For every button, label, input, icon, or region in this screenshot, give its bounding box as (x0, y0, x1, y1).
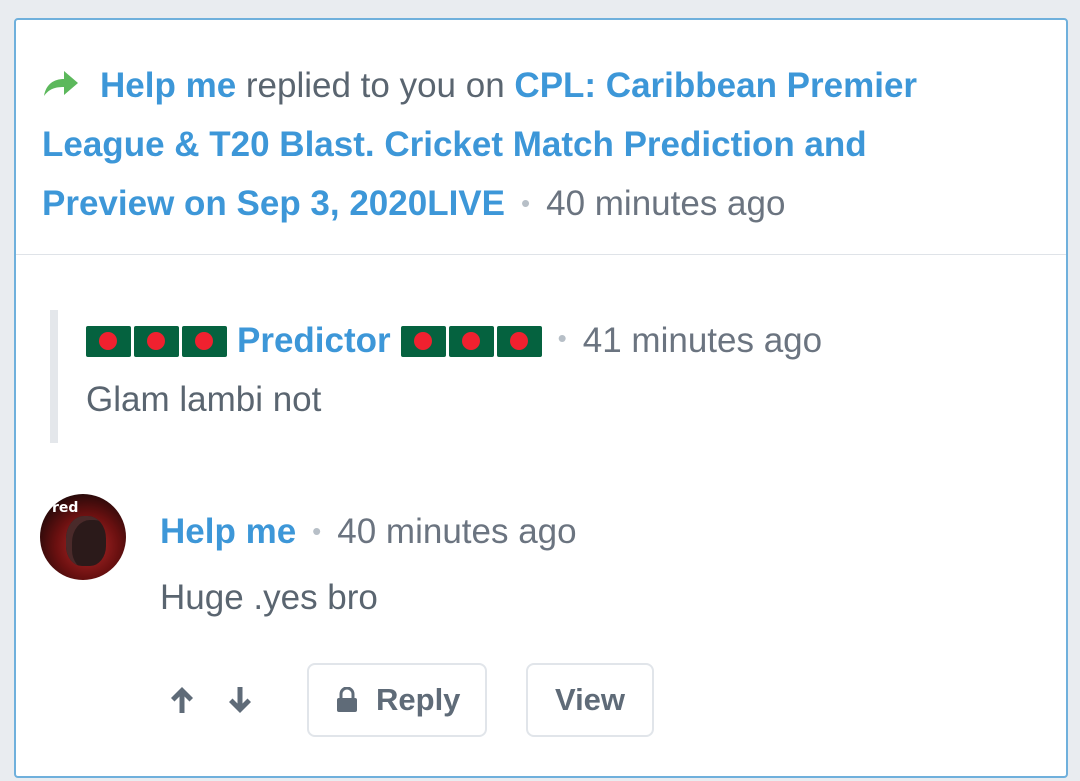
action-text: replied to you on (245, 66, 505, 105)
separator-dot: • (521, 188, 531, 218)
flag-icon (182, 325, 227, 357)
quoted-comment-text: Glam lambi not (86, 380, 322, 419)
quoted-comment: Predictor • 41 minutes ago Glam lambi no… (50, 310, 1010, 443)
separator-dot: • (312, 516, 322, 546)
flag-icon (86, 325, 131, 357)
quoted-comment-time[interactable]: 41 minutes ago (583, 321, 822, 361)
view-button-label: View (554, 682, 626, 717)
reply-comment-header: Help me • 40 minutes ago (160, 512, 577, 552)
flag-icon (448, 325, 494, 357)
bangladesh-flag-icon (400, 325, 542, 357)
user-avatar[interactable]: red (40, 494, 126, 580)
reply-comment-time[interactable]: 40 minutes ago (337, 512, 576, 551)
notification-time[interactable]: 40 minutes ago (546, 184, 785, 223)
avatar-face (66, 516, 106, 566)
reply-button[interactable]: Reply (307, 663, 487, 737)
flag-icon (496, 325, 542, 357)
flag-icon (134, 325, 179, 357)
reply-arrow-icon (42, 68, 80, 98)
actor-link[interactable]: Help me (100, 66, 236, 105)
bangladesh-flag-icon (86, 325, 227, 357)
arrow-down-icon[interactable] (224, 680, 256, 720)
comment-actions: Reply View (166, 662, 654, 738)
flag-icon (400, 325, 446, 357)
quoted-author-link[interactable]: Predictor (237, 321, 391, 361)
reply-author-link[interactable]: Help me (160, 512, 296, 551)
lock-icon (336, 687, 358, 713)
reply-comment-text: Huge .yes bro (160, 578, 378, 617)
notification-card: Help me replied to you on CPL: Caribbean… (14, 18, 1068, 778)
reply-button-label: Reply (376, 682, 461, 717)
arrow-up-icon[interactable] (166, 680, 198, 720)
quoted-comment-header: Predictor • 41 minutes ago (86, 314, 822, 368)
view-button[interactable]: View (526, 663, 654, 737)
separator-dot: • (557, 322, 567, 353)
notification-header: Help me replied to you on CPL: Caribbean… (16, 20, 1066, 255)
avatar-label: red (52, 500, 79, 516)
